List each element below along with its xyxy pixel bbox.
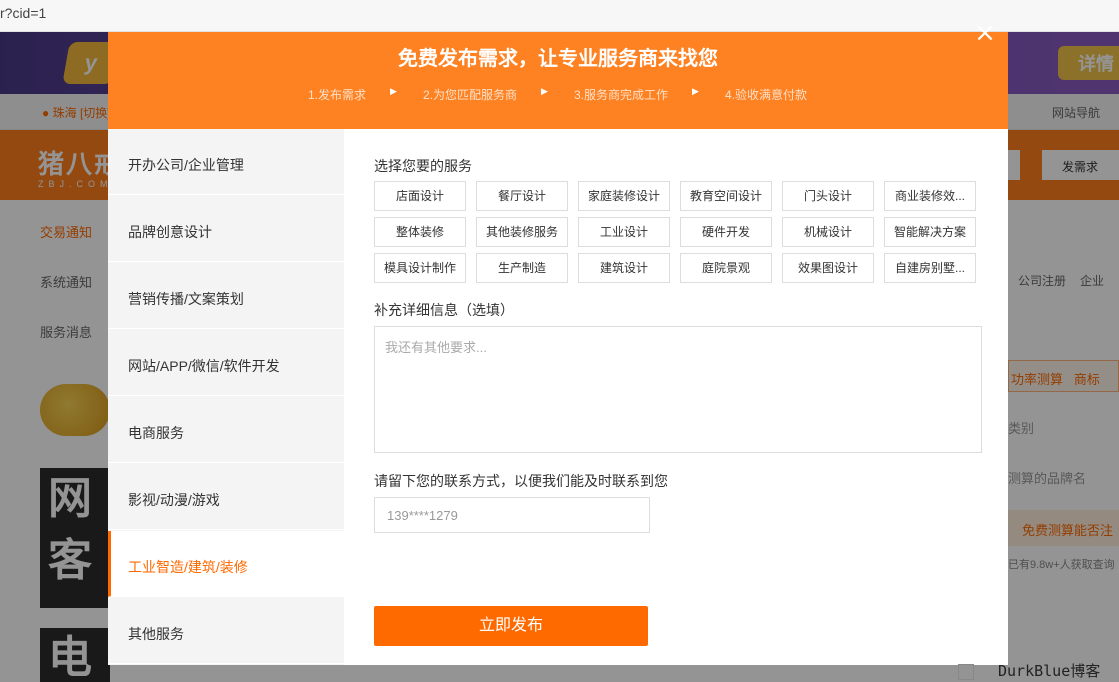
step-3: 3.服务商完成工作 <box>574 88 669 102</box>
category-item[interactable]: 网站/APP/微信/软件开发 <box>108 330 344 396</box>
submit-button[interactable]: 立即发布 <box>374 606 648 646</box>
contact-input[interactable]: 139****1279 <box>374 497 650 533</box>
contact-label: 请留下您的联系方式，以便我们能及时联系到您 <box>374 473 668 489</box>
category-item[interactable]: 其他服务 <box>108 598 344 664</box>
watermark: DurkBlue博客 <box>998 662 1101 680</box>
service-tag[interactable]: 效果图设计 <box>782 253 874 283</box>
service-tag[interactable]: 工业设计 <box>578 217 670 247</box>
publish-demand-modal: 免费发布需求，让专业服务商来找您 1.发布需求 ▶ 2.为您匹配服务商 ▶ 3.… <box>108 20 1008 665</box>
service-tag[interactable]: 智能解决方案 <box>884 217 976 247</box>
service-tag[interactable]: 家庭装修设计 <box>578 181 670 211</box>
service-tag[interactable]: 建筑设计 <box>578 253 670 283</box>
detail-textarea[interactable]: 我还有其他要求... <box>374 326 982 453</box>
service-form: 选择您要的服务 店面设计 餐厅设计 家庭装修设计 教育空间设计 门头设计 商业装… <box>374 129 994 665</box>
service-tag[interactable]: 其他装修服务 <box>476 217 568 247</box>
service-tag[interactable]: 商业装修效... <box>884 181 976 211</box>
step-arrow-icon: ▶ <box>390 86 397 96</box>
image-icon <box>958 664 974 680</box>
modal-header: 免费发布需求，让专业服务商来找您 1.发布需求 ▶ 2.为您匹配服务商 ▶ 3.… <box>108 20 1008 129</box>
service-tag[interactable]: 店面设计 <box>374 181 466 211</box>
service-tag[interactable]: 硬件开发 <box>680 217 772 247</box>
category-item[interactable]: 品牌创意设计 <box>108 196 344 262</box>
service-tag[interactable]: 整体装修 <box>374 217 466 247</box>
service-tag[interactable]: 门头设计 <box>782 181 874 211</box>
service-tag[interactable]: 模具设计制作 <box>374 253 466 283</box>
step-4: 4.验收满意付款 <box>725 88 808 102</box>
service-tag[interactable]: 教育空间设计 <box>680 181 772 211</box>
step-arrow-icon: ▶ <box>692 86 699 96</box>
category-item-active[interactable]: 工业智造/建筑/装修 <box>108 531 344 597</box>
modal-title: 免费发布需求，让专业服务商来找您 <box>398 48 718 70</box>
url-text: r?cid=1 <box>0 5 47 21</box>
step-1: 1.发布需求 <box>308 88 367 102</box>
detail-label: 补充详细信息（选填） <box>374 302 514 318</box>
step-arrow-icon: ▶ <box>541 86 548 96</box>
service-label: 选择您要的服务 <box>374 158 472 174</box>
category-item[interactable]: 电商服务 <box>108 397 344 463</box>
service-tag[interactable]: 生产制造 <box>476 253 568 283</box>
service-tag[interactable]: 庭院景观 <box>680 253 772 283</box>
category-sidebar: 开办公司/企业管理 品牌创意设计 营销传播/文案策划 网站/APP/微信/软件开… <box>108 129 344 665</box>
service-tag[interactable]: 餐厅设计 <box>476 181 568 211</box>
category-item[interactable]: 营销传播/文案策划 <box>108 263 344 329</box>
service-tag[interactable]: 机械设计 <box>782 217 874 247</box>
category-item[interactable]: 影视/动漫/游戏 <box>108 464 344 530</box>
browser-url-bar[interactable]: r?cid=1 <box>0 0 1119 32</box>
service-tag[interactable]: 自建房别墅... <box>884 253 976 283</box>
close-icon[interactable]: × <box>972 20 998 46</box>
category-item[interactable]: 开办公司/企业管理 <box>108 129 344 195</box>
step-2: 2.为您匹配服务商 <box>423 88 518 102</box>
